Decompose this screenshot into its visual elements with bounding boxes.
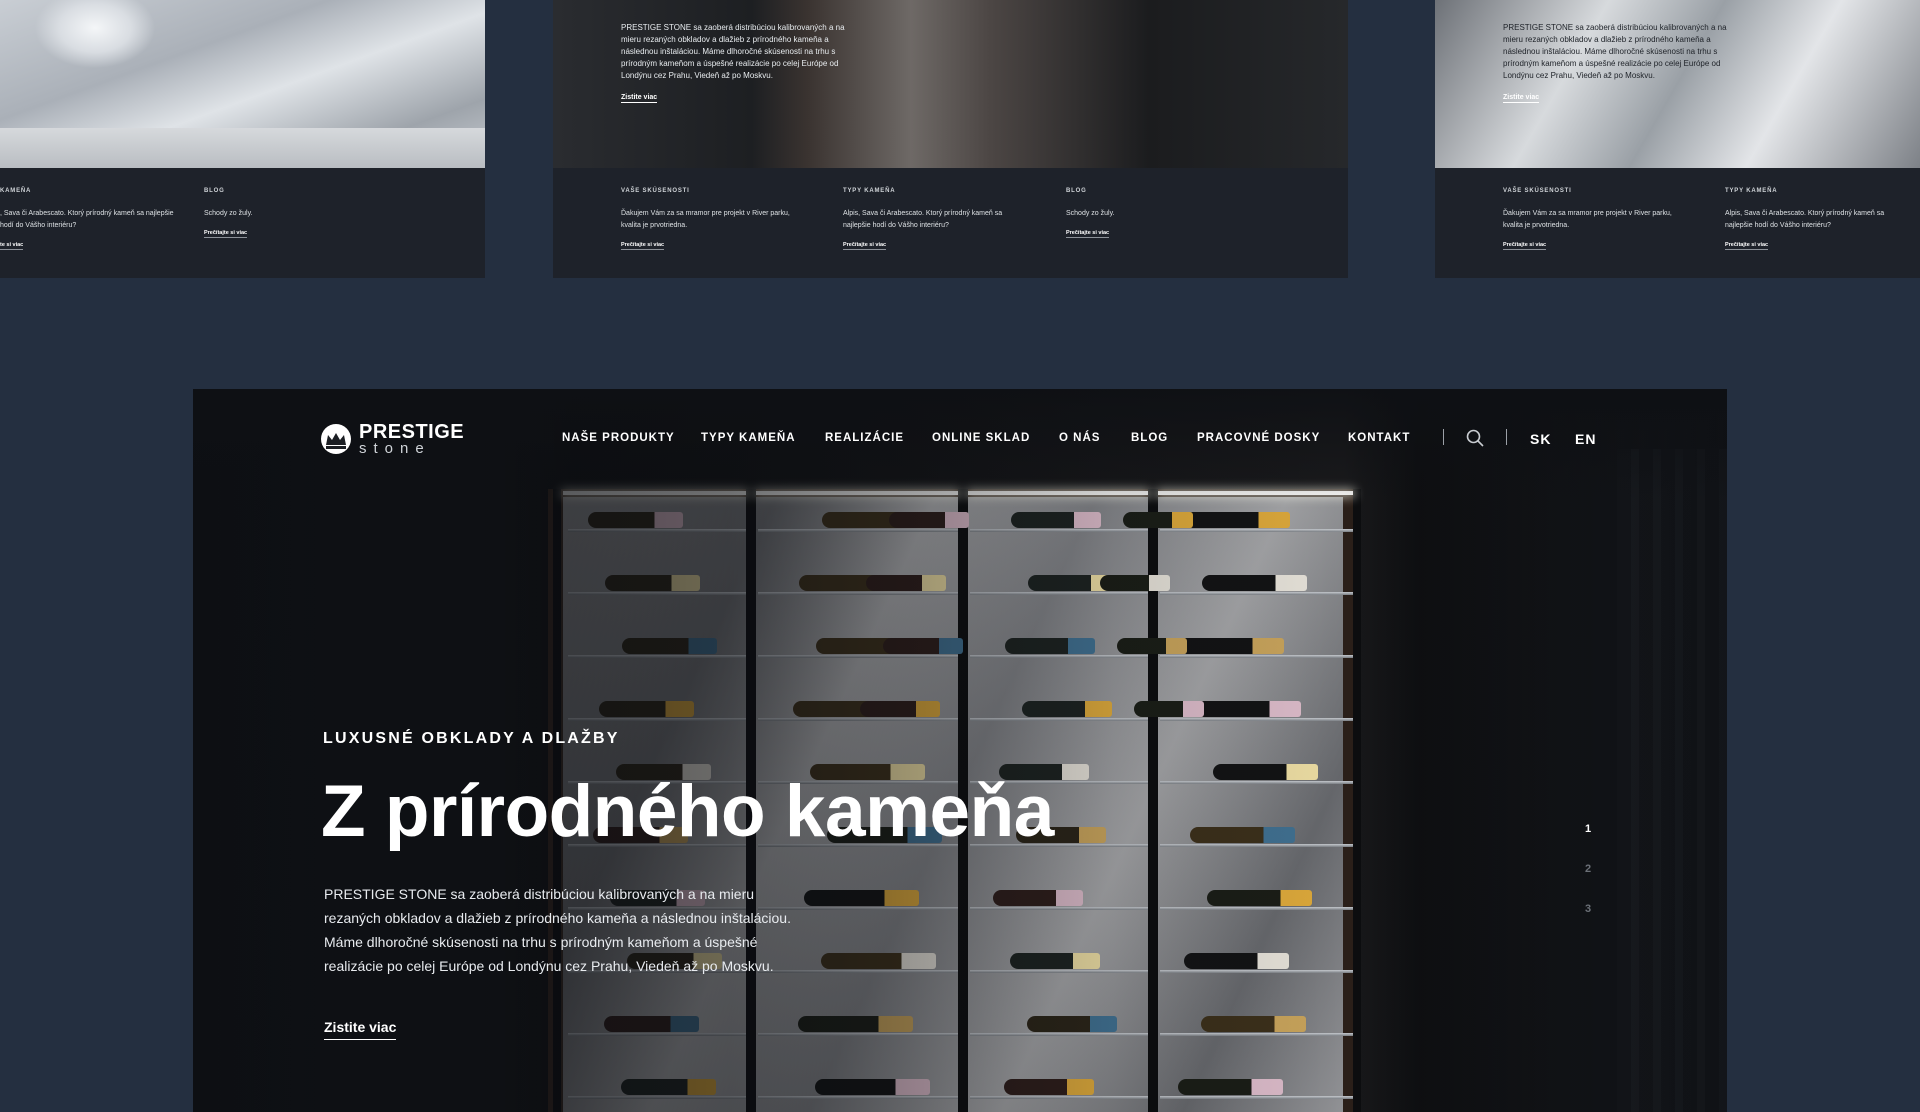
card-hero-text: PRESTIGE STONE sa zaoberá distribúciou k… [621, 23, 845, 80]
crown-icon [321, 423, 351, 454]
hero-kicker: LUXUSNÉ OBKLADY A DLAŽBY [323, 730, 620, 747]
logo-text: PRESTIGE stone [359, 421, 465, 457]
preview-card-right: PRESTIGE STONE sa zaoberá distribúciou k… [1435, 0, 1920, 278]
column-heading: KAMEŇA [0, 188, 32, 194]
column-text: Schody zo žuly. [204, 210, 253, 217]
column-text: Schody zo žuly. [1066, 210, 1115, 217]
nav-blog[interactable]: BLOG [1131, 432, 1168, 444]
learn-more-link[interactable]: Zistite viac [324, 1019, 397, 1040]
card-column: VAŠE SKÚSENOSTI Ďakujem Vám za sa mramor… [1503, 188, 1683, 251]
column-text: Alpis, Sava či Arabescato. Ktorý prírodn… [1725, 210, 1885, 229]
card-column: VAŠE SKÚSENOSTI Ďakujem Vám za sa mramor… [621, 188, 801, 251]
card-column: BLOG Schody zo žuly. Prečítajte si viac [1066, 188, 1246, 239]
read-more-link[interactable]: Prečítajte si viac [843, 242, 887, 250]
column-text: Alpis, Sava či Arabescato. Ktorý prírodn… [843, 210, 1003, 229]
column-text: Ďakujem Vám za sa mramor pre projekt v R… [1503, 210, 1672, 229]
nav-divider [1506, 429, 1507, 445]
bathroom-marble-image [0, 0, 485, 168]
card-column: TYPY KAMEŇA Alpis, Sava či Arabescato. K… [843, 188, 1023, 251]
hero-title: Z prírodného kameňa [321, 771, 1054, 852]
read-more-link[interactable]: Prečítajte si viac [621, 242, 665, 250]
column-heading: BLOG [1066, 188, 1087, 194]
card-hero-link[interactable]: Zistite viac [1503, 94, 1540, 103]
search-icon[interactable] [1465, 428, 1485, 453]
nav-nase-produkty[interactable]: NAŠE PRODUKTY [562, 432, 675, 444]
read-more-link[interactable]: Prečítajte si viac [1066, 230, 1110, 238]
slide-pager-3[interactable]: 3 [1585, 903, 1591, 915]
read-more-link[interactable]: Prečítajte si viac [1725, 242, 1769, 250]
card-column: TYPY KAMEŇA Alpis, Sava či Arabescato. K… [1725, 188, 1905, 251]
column-text: , Sava či Arabescato. Ktorý prírodný kam… [0, 210, 174, 229]
preview-card-left: KAMEŇA , Sava či Arabescato. Ktorý príro… [0, 0, 485, 278]
logo-line-1: PRESTIGE [359, 421, 465, 443]
nav-pracovne-dosky[interactable]: PRACOVNÉ DOSKY [1197, 432, 1320, 444]
main-preview: PRESTIGE stone NAŠE PRODUKTY TYPY KAMEŇA… [193, 389, 1727, 1112]
card-hero-link[interactable]: Zistite viac [621, 94, 658, 103]
column-heading: BLOG [204, 188, 225, 194]
nav-o-nas[interactable]: O NÁS [1059, 432, 1100, 444]
read-more-link[interactable]: Prečítajte si viac [204, 230, 248, 238]
column-heading: TYPY KAMEŇA [1725, 188, 1778, 194]
read-more-link[interactable]: te si viac [0, 242, 24, 250]
column-heading: TYPY KAMEŇA [843, 188, 896, 194]
lang-en[interactable]: EN [1575, 431, 1596, 447]
card-column: KAMEŇA , Sava či Arabescato. Ktorý príro… [0, 188, 180, 251]
column-heading: VAŠE SKÚSENOSTI [621, 188, 690, 194]
preview-card-middle: PRESTIGE STONE sa zaoberá distribúciou k… [553, 0, 1348, 278]
nav-divider [1443, 429, 1444, 445]
nav-online-sklad[interactable]: ONLINE SKLAD [932, 432, 1030, 444]
column-text: Ďakujem Vám za sa mramor pre projekt v R… [621, 210, 790, 229]
logo-line-2: stone [359, 440, 431, 457]
nav-kontakt[interactable]: KONTAKT [1348, 432, 1410, 444]
lang-sk[interactable]: SK [1530, 431, 1551, 447]
card-column: BLOG Schody zo žuly. Prečítajte si viac [204, 188, 384, 239]
slide-pager-1[interactable]: 1 [1585, 823, 1591, 835]
nav-realizacie[interactable]: REALIZÁCIE [825, 432, 904, 444]
read-more-link[interactable]: Prečítajte si viac [1503, 242, 1547, 250]
card-hero-text: PRESTIGE STONE sa zaoberá distribúciou k… [1503, 23, 1727, 80]
nav-typy-kamena[interactable]: TYPY KAMEŇA [701, 432, 796, 444]
slide-pager-2[interactable]: 2 [1585, 863, 1591, 875]
logo[interactable]: PRESTIGE stone [321, 421, 465, 457]
column-heading: VAŠE SKÚSENOSTI [1503, 188, 1572, 194]
hero-description: PRESTIGE STONE sa zaoberá distribúciou k… [324, 886, 791, 974]
